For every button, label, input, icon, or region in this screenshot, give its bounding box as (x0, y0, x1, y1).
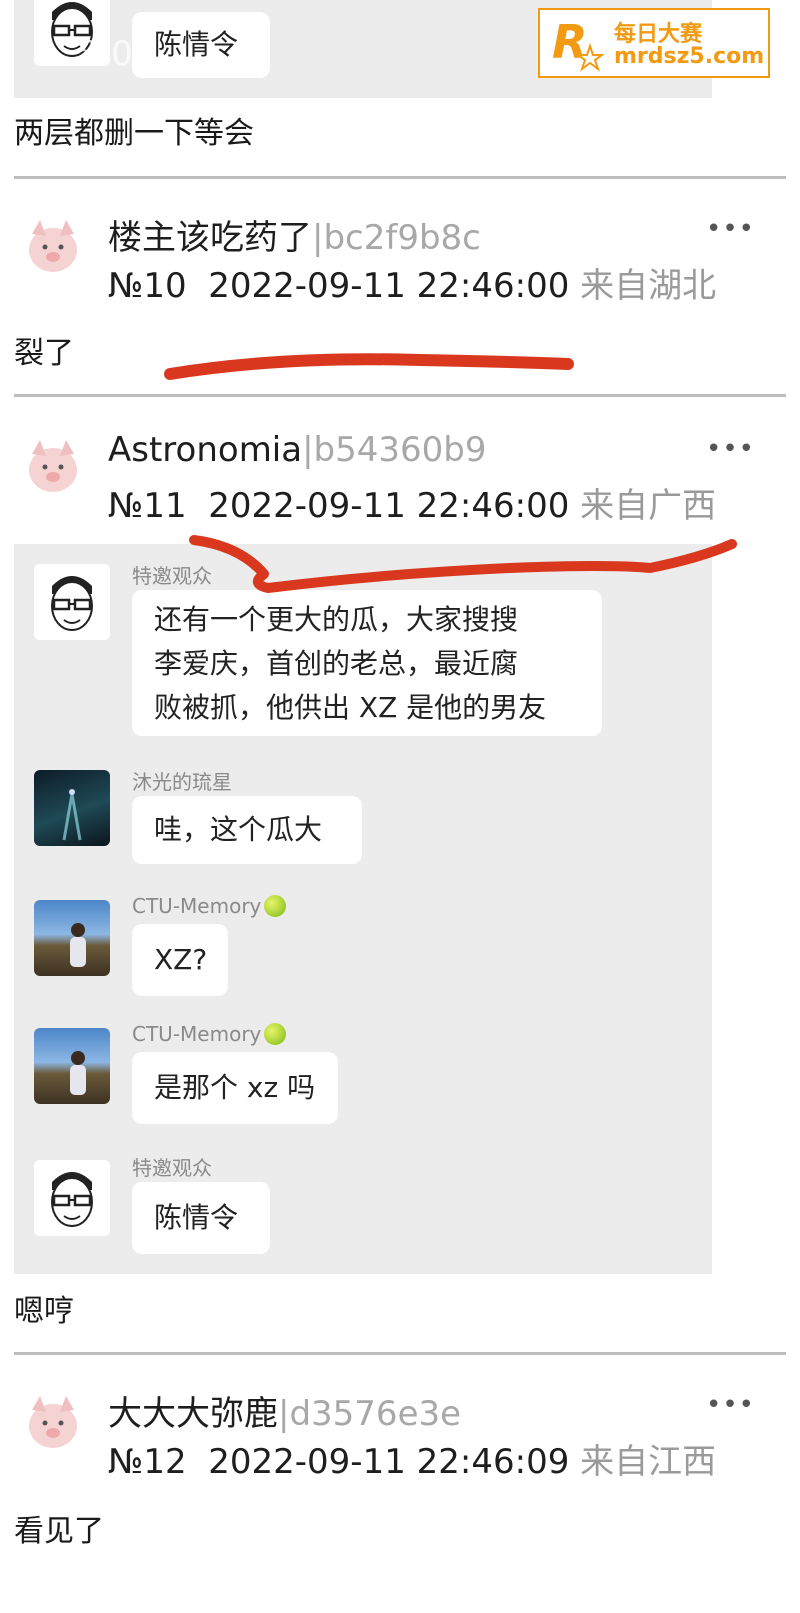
sender-name: 沐光的琉星 (132, 770, 232, 794)
reply-text: 嗯哼 (14, 1294, 74, 1329)
post-meta: №11 2022-09-11 22:46:00 来自广西 (108, 478, 716, 527)
avatar-night-sky (34, 770, 110, 846)
reply-text: 裂了 (14, 336, 74, 371)
sender-name: 特邀观众 (132, 1156, 212, 1180)
chat-bubble: 陈情令 (132, 12, 270, 78)
post-time: 2022-09-11 22:46:00 (208, 266, 570, 306)
r-star-logo-icon: R (552, 16, 604, 72)
more-options-button[interactable]: ••• (706, 1390, 755, 1420)
post-location: 来自湖北 (580, 266, 717, 306)
chat-bubble: 陈情令 (132, 1182, 270, 1254)
tennis-ball-icon (264, 1023, 287, 1045)
more-options-button[interactable]: ••• (706, 214, 755, 244)
watermark-logo: R 每日大赛 mrdsz5.com (538, 8, 770, 78)
username[interactable]: 楼主该吃药了|bc2f9b8c (108, 210, 481, 259)
username[interactable]: 大大大弥鹿|d3576e3e (108, 1386, 461, 1435)
tennis-ball-icon (264, 895, 287, 917)
watermark-url: mrdsz5.com (614, 44, 765, 69)
post-time: 2022-09-11 22:46:09 (208, 1442, 570, 1482)
avatar-landscape-man (34, 1028, 110, 1104)
floor-number: №11 (108, 486, 187, 526)
chat-bubble: XZ? (132, 924, 228, 996)
avatar-cartoon-man (34, 1160, 110, 1236)
username[interactable]: Astronomia|b54360b9 (108, 430, 487, 470)
reply-text: 两层都删一下等会 (14, 116, 254, 151)
chat-bubble: 是那个 xz 吗 (132, 1052, 338, 1124)
red-annotation-stroke (189, 535, 737, 593)
floor-number: №10 (108, 266, 187, 306)
red-annotation-stroke (164, 353, 574, 380)
post-time: 2022-09-11 22:46:00 (208, 486, 570, 526)
sender-name: CTU-Memory (132, 894, 287, 918)
divider (14, 394, 786, 397)
avatar-cartoon-man (34, 564, 110, 640)
divider (14, 176, 786, 179)
floor-number: №12 (108, 1442, 187, 1482)
svg-text:R: R (552, 16, 587, 69)
reply-text: 看见了 (14, 1514, 104, 1549)
post-meta: №12 2022-09-11 22:46:09 来自江西 (108, 1434, 716, 1483)
divider (14, 1352, 786, 1355)
post-meta: №10 2022-09-11 22:46:00 来自湖北 (108, 258, 716, 307)
chat-bubble: 哇，这个瓜大 (132, 796, 362, 864)
chat-bubble: 还有一个更大的瓜，大家搜搜 李爱庆，首创的老总，最近腐 败被抓，他供出 XZ 是… (132, 590, 602, 736)
post-location: 来自广西 (580, 486, 717, 526)
avatar-landscape-man (34, 900, 110, 976)
pig-avatar-icon (29, 220, 77, 272)
post-location: 来自江西 (580, 1442, 717, 1482)
time-ghost: 8:0 (78, 34, 133, 74)
pig-avatar-icon (29, 1396, 77, 1448)
more-options-button[interactable]: ••• (706, 434, 755, 464)
sender-name: CTU-Memory (132, 1022, 287, 1046)
pig-avatar-icon (29, 440, 77, 492)
